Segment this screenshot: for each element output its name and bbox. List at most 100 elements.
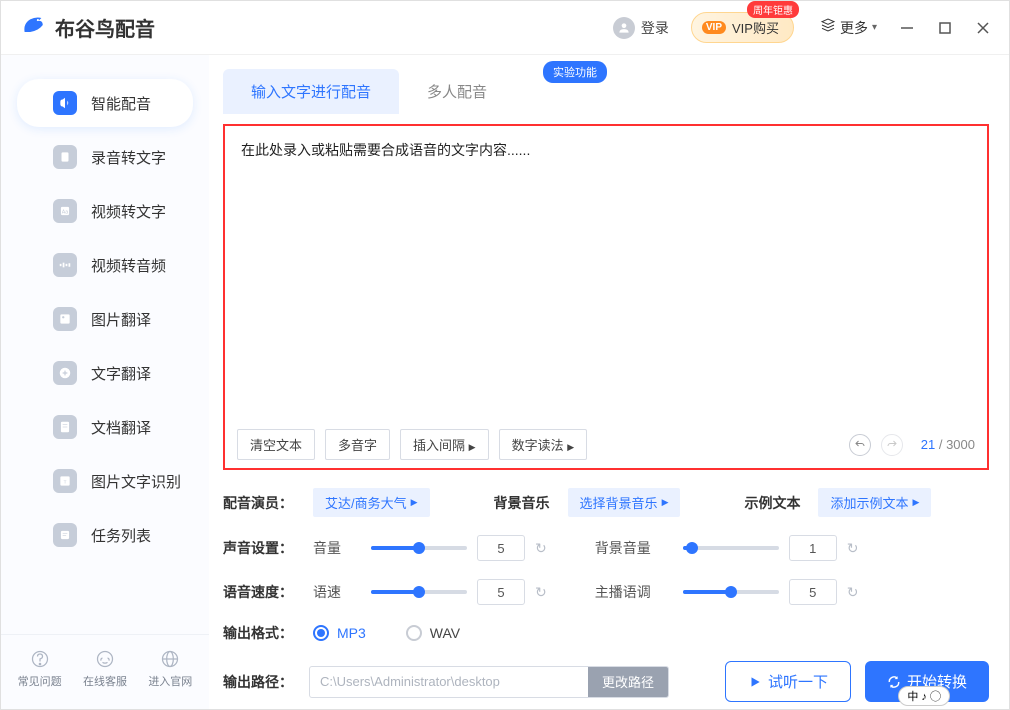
sidebar-item-4[interactable]: 图片翻译 <box>17 295 193 343</box>
volume-value[interactable]: 5 <box>477 535 525 561</box>
app-title: 布谷鸟配音 <box>55 13 155 42</box>
change-path-button[interactable]: 更改路径 <box>588 667 668 697</box>
insert-pause-button[interactable]: 插入间隔 ▶ <box>400 429 489 460</box>
rate-reset-icon[interactable]: ↻ <box>535 584 547 601</box>
sidebar-label: 录音转文字 <box>91 147 166 168</box>
sidebar-label: 视频转音频 <box>91 255 166 276</box>
sidebar-icon: T <box>53 469 77 493</box>
clear-text-button[interactable]: 清空文本 <box>237 429 315 460</box>
volume-reset-icon[interactable]: ↻ <box>535 540 547 557</box>
sidebar-label: 任务列表 <box>91 525 151 546</box>
vip-label: VIP购买 <box>732 18 779 37</box>
tab-1[interactable]: 多人配音 <box>399 69 515 114</box>
more-label: 更多 <box>840 18 868 38</box>
logo: 布谷鸟配音 <box>19 11 155 44</box>
rate-label: 语速 <box>313 582 353 602</box>
sample-text-label: 示例文本 <box>744 493 800 513</box>
sidebar-label: 文字翻译 <box>91 363 151 384</box>
number-reading-button[interactable]: 数字读法 ▶ <box>499 429 588 460</box>
sidebar-icon <box>53 91 77 115</box>
rate-slider[interactable] <box>371 590 467 594</box>
login-button[interactable]: 登录 <box>613 17 669 39</box>
footer-label: 在线客服 <box>83 673 127 689</box>
footer-label: 常见问题 <box>18 673 62 689</box>
sidebar-item-6[interactable]: 文档翻译 <box>17 403 193 451</box>
play-icon <box>748 675 762 689</box>
triangle-right-icon: ▶ <box>469 442 476 452</box>
sidebar-label: 智能配音 <box>91 93 151 114</box>
sidebar-item-8[interactable]: 任务列表 <box>17 511 193 559</box>
undo-button[interactable] <box>849 434 871 456</box>
footer-item-2[interactable]: 进入官网 <box>148 649 192 689</box>
volume-label: 音量 <box>313 538 353 558</box>
more-button[interactable]: 更多 ▾ <box>820 17 877 38</box>
triangle-right-icon: ▶ <box>913 497 920 508</box>
voice-actor-select[interactable]: 艾达/商务大气 ▶ <box>313 488 430 517</box>
editor-toolbar: 清空文本 多音字 插入间隔 ▶ 数字读法 ▶ 21 / 3000 <box>225 421 987 468</box>
output-path-label: 输出路径： <box>223 672 295 692</box>
rate-value[interactable]: 5 <box>477 579 525 605</box>
tone-value[interactable]: 5 <box>789 579 837 605</box>
sidebar-label: 图片文字识别 <box>91 471 181 492</box>
output-path-text: C:\Users\Administrator\desktop <box>310 667 588 697</box>
stack-icon <box>820 17 836 38</box>
sidebar-icon <box>53 415 77 439</box>
editor-box: 在此处录入或粘贴需要合成语音的文字内容...... 清空文本 多音字 插入间隔 … <box>223 124 989 470</box>
tone-slider[interactable] <box>683 590 779 594</box>
main-panel: 输入文字进行配音多人配音 实验功能 在此处录入或粘贴需要合成语音的文字内容...… <box>209 55 1009 709</box>
output-path-input[interactable]: C:\Users\Administrator\desktop 更改路径 <box>309 666 669 698</box>
footer-item-0[interactable]: 常见问题 <box>18 649 62 689</box>
triangle-right-icon: ▶ <box>662 497 669 508</box>
redo-button[interactable] <box>881 434 903 456</box>
voice-actor-label: 配音演员： <box>223 493 295 513</box>
radio-icon <box>406 625 422 641</box>
vip-button[interactable]: VIP VIP购买 周年钜惠 <box>691 12 794 43</box>
bg-volume-value[interactable]: 1 <box>789 535 837 561</box>
tone-reset-icon[interactable]: ↻ <box>847 584 859 601</box>
footer-label: 进入官网 <box>148 673 192 689</box>
close-button[interactable] <box>975 20 991 36</box>
sample-text-select[interactable]: 添加示例文本 ▶ <box>818 488 931 517</box>
bg-volume-slider[interactable] <box>683 546 779 550</box>
polyphone-button[interactable]: 多音字 <box>325 429 390 460</box>
tone-label: 主播语调 <box>595 582 665 602</box>
experiment-tag: 实验功能 <box>543 61 607 83</box>
ime-indicator: 中 ♪ ◯ <box>898 686 950 706</box>
sidebar-icon: Aa <box>53 199 77 223</box>
bg-music-label: 背景音乐 <box>494 493 550 513</box>
radio-label: WAV <box>430 625 460 641</box>
bg-music-select[interactable]: 选择背景音乐 ▶ <box>568 488 681 517</box>
avatar-icon <box>613 17 635 39</box>
text-editor[interactable]: 在此处录入或粘贴需要合成语音的文字内容...... <box>225 126 987 421</box>
format-radio-mp3[interactable]: MP3 <box>313 625 366 641</box>
sidebar-item-5[interactable]: 文字翻译 <box>17 349 193 397</box>
promo-tag: 周年钜惠 <box>747 1 799 18</box>
sidebar-label: 文档翻译 <box>91 417 151 438</box>
sidebar-label: 视频转文字 <box>91 201 166 222</box>
radio-label: MP3 <box>337 625 366 641</box>
minimize-button[interactable] <box>899 20 915 36</box>
preview-button[interactable]: 试听一下 <box>725 661 851 702</box>
sidebar-item-3[interactable]: 视频转音频 <box>17 241 193 289</box>
sidebar-item-0[interactable]: 智能配音 <box>17 79 193 127</box>
sidebar-item-2[interactable]: Aa 视频转文字 <box>17 187 193 235</box>
output-format-label: 输出格式： <box>223 623 295 643</box>
sidebar-item-7[interactable]: T 图片文字识别 <box>17 457 193 505</box>
radio-icon <box>313 625 329 641</box>
svg-text:T: T <box>64 479 67 484</box>
login-label: 登录 <box>641 18 669 38</box>
volume-slider[interactable] <box>371 546 467 550</box>
sidebar-icon <box>53 523 77 547</box>
format-radio-wav[interactable]: WAV <box>406 625 460 641</box>
triangle-right-icon: ▶ <box>411 497 418 508</box>
maximize-button[interactable] <box>937 20 953 36</box>
sidebar-label: 图片翻译 <box>91 309 151 330</box>
footer-item-1[interactable]: 在线客服 <box>83 649 127 689</box>
refresh-icon <box>887 675 901 689</box>
bg-volume-reset-icon[interactable]: ↻ <box>847 540 859 557</box>
tab-0[interactable]: 输入文字进行配音 <box>223 69 399 114</box>
sidebar-icon <box>53 253 77 277</box>
svg-text:Aa: Aa <box>62 209 69 215</box>
sidebar-item-1[interactable]: 录音转文字 <box>17 133 193 181</box>
titlebar: 布谷鸟配音 登录 VIP VIP购买 周年钜惠 更多 ▾ <box>1 1 1009 55</box>
